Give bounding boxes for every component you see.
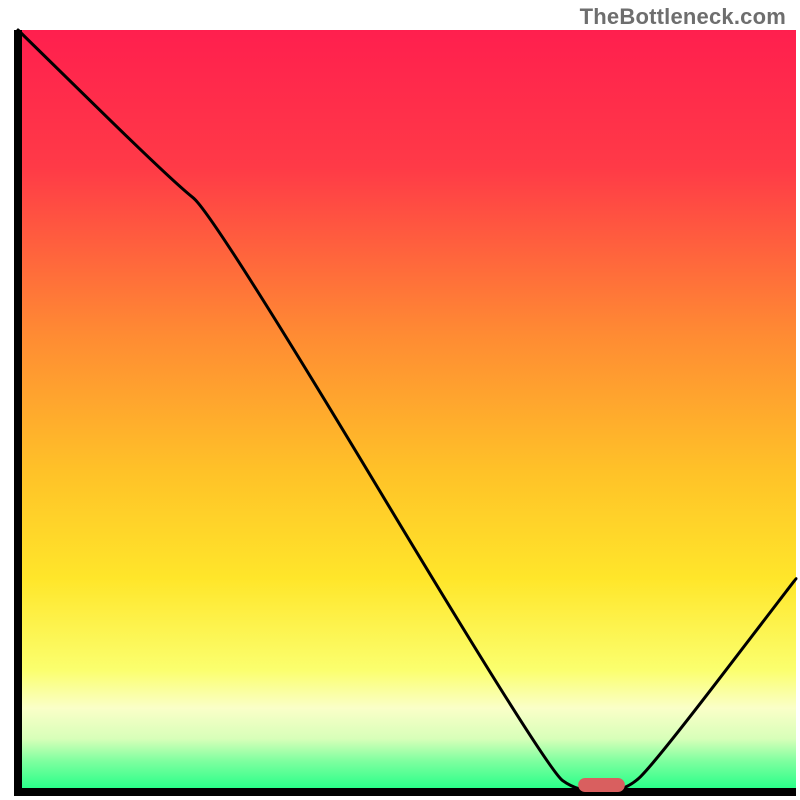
attribution-label: TheBottleneck.com [580,4,786,30]
bottleneck-chart [0,0,800,800]
chart-container: TheBottleneck.com [0,0,800,800]
optimal-range-marker [578,778,625,792]
